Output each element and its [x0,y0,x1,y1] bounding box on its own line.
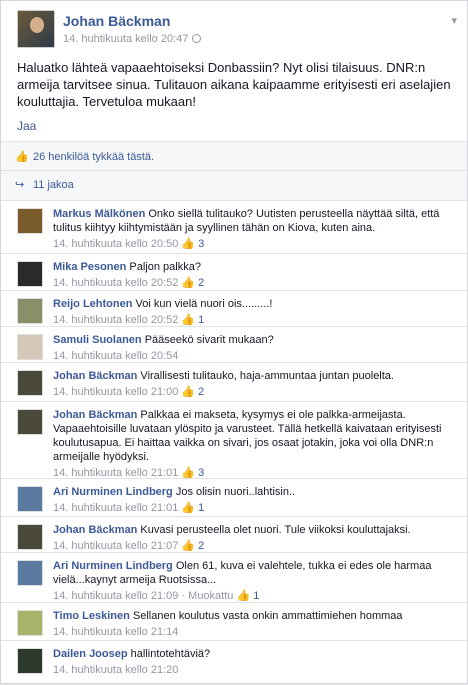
comment-body: Ari Nurminen Lindberg Olen 61, kuva ei v… [53,559,453,603]
comment-avatar[interactable] [17,524,43,550]
comment-text: Kuvasi perusteella olet nuori. Tule viik… [137,524,411,536]
thumbs-up-icon: 👍 [15,151,29,163]
comment-row: Mika Pesonen Paljon palkka? 14. huhtikuut… [1,254,467,291]
chevron-down-icon[interactable]: ▾ [451,14,457,27]
comment-body: Johan Bäckman Kuvasi perusteella olet nu… [53,523,453,553]
post-header: Johan Bäckman 14. huhtikuuta kello 20:47… [17,10,457,50]
comment-body: Dailen Joosep hallintotehtäviä? 14. huhti… [53,647,453,677]
comment-body: Johan Bäckman Palkkaa ei makseta, kysymy… [53,408,453,480]
comment-meta: 14. huhtikuuta kello 21:09 · Muokattu 👍 … [53,589,453,603]
comment-body: Timo Leskinen Sellanen koulutus vasta on… [53,609,453,639]
comment-text: Pääseekö sivarit mukaan? [141,334,274,346]
comment-meta: 14. huhtikuuta kello 21:01 👍 1 [53,501,453,515]
comment-like-count[interactable]: 👍 2 [178,540,204,552]
author-avatar[interactable] [17,10,55,48]
comment-time[interactable]: 14. huhtikuuta kello 21:01 [53,502,178,514]
comment-author[interactable]: Johan Bäckman [53,370,137,382]
comment-row: Markus Mälkönen Onko siellä tulitauko? U… [1,201,467,254]
comment-row: Johan Bäckman Virallisesti tulitauko, ha… [1,363,467,402]
comment-author[interactable]: Ari Nurminen Lindberg [53,486,173,498]
comment-body: Ari Nurminen Lindberg Jos olisin nuori..… [53,485,453,515]
comment-time[interactable]: 14. huhtikuuta kello 20:50 [53,238,178,250]
comment-row: Timo Leskinen Sellanen koulutus vasta on… [1,603,467,641]
comment-meta: 14. huhtikuuta kello 21:14 [53,625,453,639]
edited-label[interactable]: · Muokattu [178,590,233,602]
comment-time[interactable]: 14. huhtikuuta kello 20:52 [53,277,178,289]
comment-author[interactable]: Mika Pesonen [53,261,126,273]
comment-meta: 14. huhtikuuta kello 20:52 👍 2 [53,276,453,290]
comment-row: Reijo Lehtonen Voi kun vielä nuori ois..… [1,291,467,327]
comment-author[interactable]: Samuli Suolanen [53,334,142,346]
comment-row: Dailen Joosep hallintotehtäviä? 14. huhti… [1,641,467,685]
comment-meta: 14. huhtikuuta kello 21:20 [53,663,453,677]
comment-avatar[interactable] [17,261,43,287]
comment-body: Samuli Suolanen Pääseekö sivarit mukaan?… [53,333,453,363]
author-name[interactable]: Johan Bäckman [63,13,170,29]
likes-summary[interactable]: 👍 26 henkilöä tykkää tästä. [1,141,467,171]
comment-time[interactable]: 14. huhtikuuta kello 21:00 [53,386,178,398]
comment-time[interactable]: 14. huhtikuuta kello 21:01 [53,467,178,479]
post-time[interactable]: 14. huhtikuuta kello 20:47 [63,33,202,45]
comment-like-count[interactable]: 👍 3 [178,238,204,250]
comment-avatar[interactable] [17,486,43,512]
comment-avatar[interactable] [17,610,43,636]
share-link[interactable]: Jaa [17,119,36,133]
comment-body: Markus Mälkönen Onko siellä tulitauko? U… [53,207,453,251]
post-text: Haluatko lähteä vapaaehtoiseksi Donbassi… [17,60,451,109]
comment-text: Jos olisin nuori..lahtisin.. [172,486,296,498]
facebook-post: Johan Bäckman 14. huhtikuuta kello 20:47… [0,0,468,685]
comment-author[interactable]: Markus Mälkönen [53,208,145,220]
globe-icon [192,34,202,43]
comment-body: Johan Bäckman Virallisesti tulitauko, ha… [53,369,453,399]
comment-meta: 14. huhtikuuta kello 20:50 👍 3 [53,237,453,251]
comment-like-count[interactable]: 👍 3 [178,467,204,479]
comment-time[interactable]: 14. huhtikuuta kello 21:14 [53,626,178,638]
comment-text: Voi kun vielä nuori ois.........! [132,298,273,310]
comment-row: Samuli Suolanen Pääseekö sivarit mukaan?… [1,327,467,363]
comment-time[interactable]: 14. huhtikuuta kello 20:52 [53,314,178,326]
comment-text: Paljon palkka? [126,261,201,273]
comment-avatar[interactable] [17,298,43,324]
comment-row: Ari Nurminen Lindberg Olen 61, kuva ei v… [1,553,467,603]
comment-avatar[interactable] [17,409,43,435]
comment-text: Virallisesti tulitauko, haja-ammuntaa ju… [137,370,394,382]
comment-avatar[interactable] [17,334,43,360]
shares-summary[interactable]: ↪ 11 jakoa [1,171,467,201]
comment-meta: 14. huhtikuuta kello 21:00 👍 2 [53,385,453,399]
comment-meta: 14. huhtikuuta kello 20:52 👍 1 [53,313,453,327]
comment-avatar[interactable] [17,648,43,674]
comment-time[interactable]: 14. huhtikuuta kello 21:09 [53,590,178,602]
comment-avatar[interactable] [17,370,43,396]
comment-meta: 14. huhtikuuta kello 21:07 👍 2 [53,539,453,553]
comment-author[interactable]: Dailen Joosep [53,648,128,660]
comment-time[interactable]: 14. huhtikuuta kello 21:20 [53,664,178,676]
comment-text: Sellanen koulutus vasta onkin ammattimie… [129,610,403,622]
comment-like-count[interactable]: 👍 2 [178,277,204,289]
comment-like-count[interactable]: 👍 1 [233,590,259,602]
comment-row: Ari Nurminen Lindberg Jos olisin nuori..… [1,479,467,517]
comment-meta: 14. huhtikuuta kello 20:54 [53,349,453,363]
comment-like-count[interactable]: 👍 1 [178,314,204,326]
comment-time[interactable]: 14. huhtikuuta kello 20:54 [53,350,178,362]
comment-text: hallintotehtäviä? [127,648,211,660]
comment-row: Johan Bäckman Kuvasi perusteella olet nu… [1,517,467,553]
share-arrow-icon: ↪ [15,179,25,191]
comment-author[interactable]: Johan Bäckman [53,524,137,536]
comment-like-count[interactable]: 👍 2 [178,386,204,398]
comment-avatar[interactable] [17,208,43,234]
comment-author[interactable]: Timo Leskinen [53,610,130,622]
comment-like-count[interactable]: 👍 1 [178,502,204,514]
comment-author[interactable]: Reijo Lehtonen [53,298,132,310]
comment-author[interactable]: Johan Bäckman [53,409,137,421]
comment-meta: 14. huhtikuuta kello 21:01 👍 3 [53,466,453,480]
comment-avatar[interactable] [17,560,43,586]
comment-author[interactable]: Ari Nurminen Lindberg [53,560,173,572]
comment-body: Mika Pesonen Paljon palkka? 14. huhtikuut… [53,260,453,290]
comment-row: Johan Bäckman Palkkaa ei makseta, kysymy… [1,402,467,479]
comment-time[interactable]: 14. huhtikuuta kello 21:07 [53,540,178,552]
comment-body: Reijo Lehtonen Voi kun vielä nuori ois..… [53,297,453,327]
